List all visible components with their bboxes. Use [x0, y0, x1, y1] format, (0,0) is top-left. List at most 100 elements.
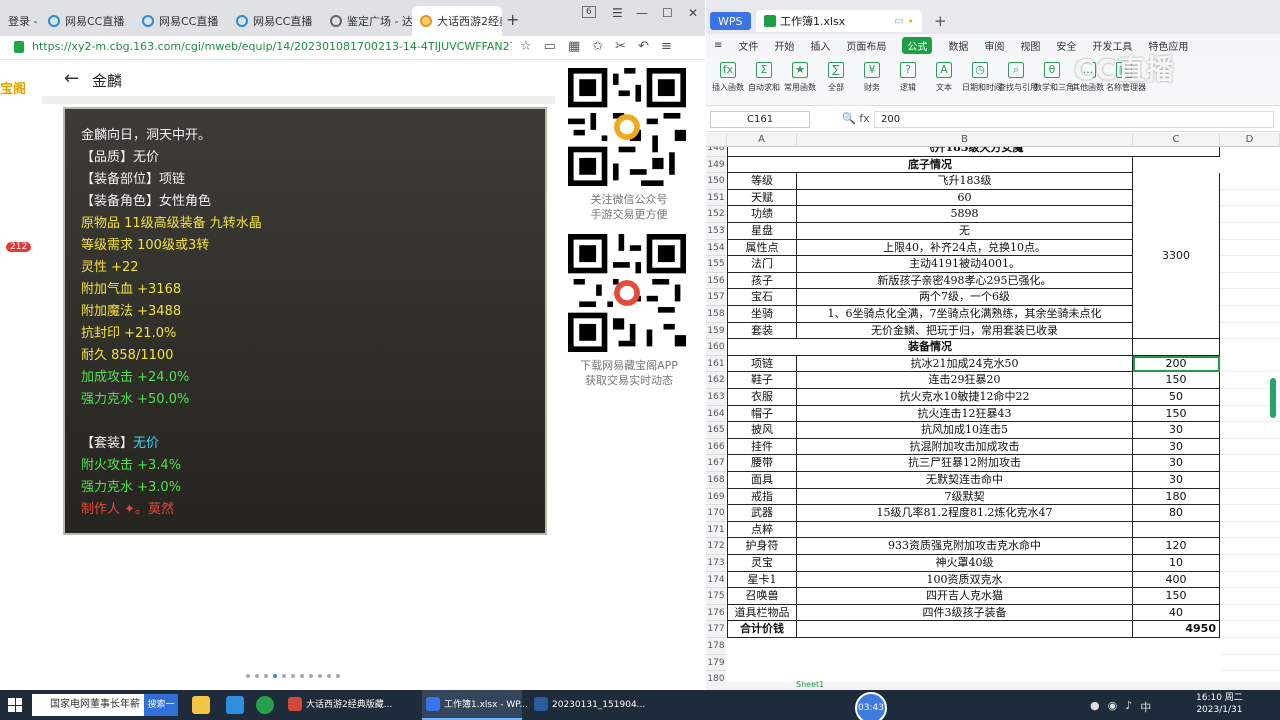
- ribbon-button[interactable]: fx 插入函数: [710, 62, 746, 93]
- browser-tab-3[interactable]: 网易CC直播✕: [134, 6, 226, 36]
- pager-dot[interactable]: [336, 674, 340, 678]
- cell-b[interactable]: 飞升183级: [797, 173, 1133, 190]
- cell-b[interactable]: 神火罩40级: [797, 555, 1133, 572]
- cell-b[interactable]: 四开吉人克水猫: [797, 588, 1133, 605]
- pager-dot[interactable]: [255, 674, 259, 678]
- base-price-cell[interactable]: 3300: [1133, 173, 1220, 340]
- cell-d[interactable]: [1220, 323, 1280, 340]
- pager-dot[interactable]: [291, 674, 295, 678]
- row-number[interactable]: 173: [706, 555, 726, 572]
- cell-c[interactable]: 40: [1133, 604, 1220, 622]
- row-number[interactable]: 176: [706, 604, 726, 622]
- grid-icon[interactable]: ▦: [568, 39, 580, 54]
- merged-title-cell[interactable]: 飞升183级天方女魔: [727, 147, 1220, 157]
- row-number[interactable]: 172: [706, 538, 726, 555]
- cell-a[interactable]: 项链: [727, 355, 797, 373]
- cell-b[interactable]: 抗火克水10敏捷12命中22: [797, 389, 1133, 406]
- menu-item-1[interactable]: 开始: [774, 38, 794, 53]
- cell-d[interactable]: [1220, 190, 1280, 207]
- menu-item-6[interactable]: 审阅: [984, 38, 1004, 53]
- browser-tab-active[interactable]: 大话西游2经典✕: [412, 6, 502, 36]
- maximize-icon[interactable]: ☐: [662, 6, 673, 20]
- row-number[interactable]: 161: [706, 355, 726, 373]
- cell-d[interactable]: [1220, 638, 1280, 655]
- corner-cell[interactable]: [706, 133, 727, 147]
- cell-c[interactable]: [1133, 521, 1220, 539]
- cell-d[interactable]: [1220, 605, 1280, 622]
- ribbon-button[interactable]: ¥ 财务: [854, 62, 890, 93]
- cell-d[interactable]: [1220, 455, 1280, 472]
- cell-a[interactable]: 星卡1: [727, 571, 797, 589]
- row-number[interactable]: 169: [706, 488, 726, 506]
- taskbar-search-input[interactable]: 国家电网董事长年薪: [32, 694, 144, 716]
- ime-indicator[interactable]: 中: [1140, 699, 1151, 715]
- cell-a[interactable]: 衣服: [727, 389, 797, 406]
- cell-d[interactable]: [1220, 572, 1280, 589]
- browser-icon[interactable]: [226, 696, 244, 714]
- cell-b[interactable]: 无默契连击命中: [797, 472, 1133, 489]
- row-number[interactable]: 153: [706, 223, 726, 240]
- ribbon-button[interactable]: ⌕ 查找与引用: [998, 62, 1038, 93]
- monitor-icon[interactable]: ▭: [894, 16, 903, 27]
- reader-icon[interactable]: ▭: [544, 39, 556, 54]
- cell-c[interactable]: 30: [1133, 438, 1220, 456]
- cell-b[interactable]: 上限40，补齐24点，兑换10点。: [797, 239, 1133, 257]
- pager-dot[interactable]: [300, 674, 304, 678]
- row-number[interactable]: 152: [706, 206, 726, 223]
- row-number[interactable]: 162: [706, 372, 726, 389]
- browser-tab-5[interactable]: 鉴定广场 - 达✕: [322, 6, 412, 36]
- cell-c[interactable]: 10: [1133, 555, 1220, 572]
- name-box[interactable]: C161: [710, 111, 810, 128]
- total-value-cell[interactable]: 4950: [1133, 621, 1220, 638]
- menu-item-3[interactable]: 页面布局: [846, 38, 886, 53]
- cell-b[interactable]: 5898: [797, 206, 1133, 223]
- cell-c[interactable]: 180: [1133, 488, 1220, 506]
- cell-a[interactable]: 属性点: [727, 239, 797, 257]
- cell-d[interactable]: [1220, 555, 1280, 572]
- cell-d[interactable]: [1220, 273, 1280, 290]
- ribbon-button[interactable]: ◷ 日期和时间: [962, 62, 1002, 93]
- cell-c[interactable]: 400: [1133, 571, 1220, 589]
- cell-a[interactable]: 腰带: [727, 455, 797, 472]
- cell-c[interactable]: [1133, 339, 1220, 356]
- folder-icon[interactable]: [192, 696, 210, 714]
- windows-start-icon[interactable]: [8, 698, 22, 712]
- cell-a[interactable]: 鞋子: [727, 372, 797, 389]
- cell-c[interactable]: 30: [1133, 455, 1220, 472]
- taskbar-item-video[interactable]: 20230131_151904...: [530, 690, 645, 720]
- cell-b[interactable]: 933资质强克附加攻击克水命中: [797, 538, 1133, 555]
- new-tab-icon[interactable]: +: [934, 12, 947, 30]
- section-header-base[interactable]: 底子情况: [727, 156, 1133, 174]
- row-number[interactable]: 158: [706, 306, 726, 323]
- url-field[interactable]: https://xy2-m.cbg.163.com/cgi/mweb/equip…: [32, 40, 512, 53]
- taskbar-item-wps[interactable]: 工作簿1.xlsx - WP...: [422, 690, 528, 720]
- cell-d[interactable]: [1220, 538, 1280, 555]
- row-number[interactable]: 148: [706, 147, 726, 157]
- tab-count-badge[interactable]: 6: [582, 6, 596, 18]
- pager-dot[interactable]: [309, 674, 313, 678]
- cell-b[interactable]: 1、6坐骑点化全满，7坐骑点化满熟练，其余坐骑未点化: [797, 306, 1133, 323]
- star-icon[interactable]: ☆: [520, 39, 532, 54]
- cell-a[interactable]: 点粹: [727, 521, 797, 539]
- wps-home-tab[interactable]: WPS: [710, 12, 751, 30]
- cell-d[interactable]: [1220, 522, 1280, 539]
- cell-b[interactable]: 100资质双克水: [797, 571, 1133, 589]
- column-header-b[interactable]: B: [797, 133, 1133, 147]
- cell-a[interactable]: 等级: [727, 173, 797, 190]
- menu-item-0[interactable]: 文件: [738, 38, 758, 53]
- minimize-icon[interactable]: —: [636, 6, 648, 20]
- row-number[interactable]: 155: [706, 256, 726, 273]
- vertical-scrollbar[interactable]: [1270, 378, 1276, 418]
- cell-b[interactable]: 连击29狂暴20: [797, 372, 1133, 389]
- row-number[interactable]: 154: [706, 239, 726, 257]
- total-label-cell[interactable]: 合计价钱: [727, 621, 797, 638]
- cell-b[interactable]: [797, 521, 1133, 539]
- row-number[interactable]: 175: [706, 588, 726, 605]
- cell-b[interactable]: 抗风加成10连击5: [797, 422, 1133, 439]
- cell-a[interactable]: 孩子: [727, 272, 797, 290]
- recorder-timer[interactable]: 03:43: [855, 692, 887, 720]
- cell-d[interactable]: [1220, 489, 1280, 506]
- workbook-tab[interactable]: 工作簿1.xlsx ▭ •: [756, 10, 922, 32]
- site-logo[interactable]: 宝阁: [0, 78, 26, 97]
- ribbon-button[interactable]: A 文本: [926, 62, 962, 93]
